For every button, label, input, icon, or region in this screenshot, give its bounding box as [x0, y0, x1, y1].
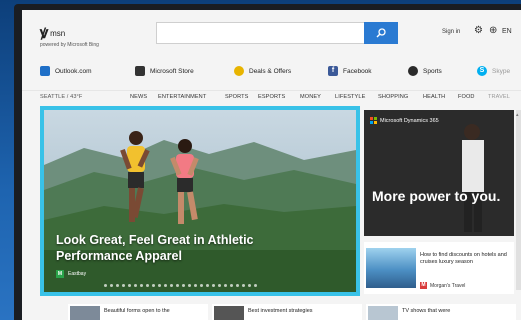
location-weather[interactable]: SEATTLE / 43°F [40, 94, 82, 100]
quick-link-facebook[interactable]: f Facebook [328, 66, 372, 76]
nav-item-lifestyle[interactable]: LIFESTYLE [335, 94, 365, 100]
nav-item-entertainment[interactable]: ENTERTAINMENT [158, 94, 206, 100]
outlook-icon [40, 66, 50, 76]
bottom-card-title: Best investment strategies [248, 308, 313, 314]
nav-item-esports[interactable]: ESPORTS [258, 94, 285, 100]
bottom-card-title: Beautiful forms open to the [104, 308, 170, 314]
hero-title[interactable]: Look Great, Feel Great in Athletic Perfo… [56, 232, 306, 264]
nav-item-news[interactable]: NEWS [130, 94, 147, 100]
source-badge: M [420, 282, 427, 289]
msn-butterfly-icon: ꝟ [40, 23, 49, 42]
logo-text: msn [50, 29, 66, 38]
store-icon [135, 66, 145, 76]
nav-item-money[interactable]: MONEY [300, 94, 321, 100]
hero-source-name: Eastbay [68, 271, 87, 277]
hero-source: M Eastbay [56, 270, 86, 278]
bottom-card-thumbnail [70, 306, 100, 320]
language-label[interactable]: EN [502, 28, 512, 35]
bottom-card-2[interactable]: Best investment strategies [212, 304, 362, 320]
scrollbar[interactable]: ▴ [516, 110, 521, 290]
news-card[interactable]: How to find discounts on hotels and crui… [364, 242, 514, 294]
hero-photo [44, 110, 356, 292]
scroll-up-icon[interactable]: ▴ [516, 112, 521, 120]
microsoft-logo-icon [370, 117, 377, 124]
ad-brand-name: Microsoft Dynamics 365 [380, 117, 439, 124]
msn-header: ꝟ msn powered by Microsoft Bing Sign in … [22, 10, 521, 60]
bottom-card-1[interactable]: Beautiful forms open to the [68, 304, 208, 320]
quick-link-label: Outlook.com [55, 67, 92, 75]
quick-link-label: Skype [492, 67, 511, 75]
nav-item-travel[interactable]: TRAVEL [488, 94, 510, 100]
category-nav: SEATTLE / 43°F NEWS ENTERTAINMENT SPORTS… [22, 90, 521, 104]
quick-link-skype[interactable]: S Skype [477, 66, 510, 76]
nav-item-sports[interactable]: SPORTS [225, 94, 249, 100]
sports-icon [408, 66, 418, 76]
news-title[interactable]: How to find discounts on hotels and crui… [420, 252, 510, 266]
nav-item-shopping[interactable]: SHOPPING [378, 94, 408, 100]
quick-link-label: Facebook [343, 67, 372, 75]
quick-link-sports[interactable]: Sports [408, 66, 442, 76]
news-source-name: Morgan's Travel [430, 282, 466, 289]
nav-item-health[interactable]: HEALTH [423, 94, 445, 100]
quick-link-store[interactable]: Microsoft Store [135, 66, 194, 76]
quick-link-label: Sports [423, 67, 442, 75]
desktop-background [0, 150, 14, 230]
ad-card[interactable]: Microsoft Dynamics 365 More power to you… [364, 110, 514, 236]
search-button[interactable] [364, 22, 398, 44]
quick-link-deals[interactable]: Deals & Offers [234, 66, 291, 76]
hero-card[interactable]: Look Great, Feel Great in Athletic Perfo… [40, 106, 360, 296]
bottom-card-thumbnail [368, 306, 398, 320]
bottom-card-title: TV shows that were [402, 308, 451, 314]
ad-headline: More power to you. [372, 188, 501, 204]
tag-icon [234, 66, 244, 76]
ad-brand: Microsoft Dynamics 365 [370, 117, 439, 124]
search-icon [376, 28, 386, 38]
msn-logo[interactable]: ꝟ msn [40, 23, 66, 42]
quick-link-label: Deals & Offers [249, 67, 292, 75]
quick-link-label: Microsoft Store [150, 67, 194, 75]
carousel-dots[interactable] [104, 284, 260, 287]
globe-icon[interactable]: ⊕ [489, 25, 497, 36]
bottom-card-3[interactable]: TV shows that were [366, 304, 516, 320]
bottom-card-thumbnail [214, 306, 244, 320]
news-source: M Morgan's Travel [420, 282, 465, 289]
sign-in-link[interactable]: Sign in [442, 29, 460, 35]
ad-photo [364, 110, 514, 236]
gear-icon[interactable]: ⚙ [474, 25, 483, 36]
nav-item-food[interactable]: FOOD [458, 94, 475, 100]
facebook-icon: f [328, 66, 338, 76]
news-thumbnail [366, 248, 416, 288]
quick-link-outlook[interactable]: Outlook.com [40, 66, 92, 76]
quick-links-bar: Outlook.com Microsoft Store Deals & Offe… [22, 62, 521, 82]
logo-subtitle: powered by Microsoft Bing [40, 42, 99, 48]
browser-screen: ꝟ msn powered by Microsoft Bing Sign in … [22, 10, 521, 320]
hero-image: Look Great, Feel Great in Athletic Perfo… [44, 110, 356, 292]
skype-icon: S [477, 66, 487, 76]
source-badge: M [56, 270, 64, 278]
search-input[interactable] [156, 22, 366, 44]
